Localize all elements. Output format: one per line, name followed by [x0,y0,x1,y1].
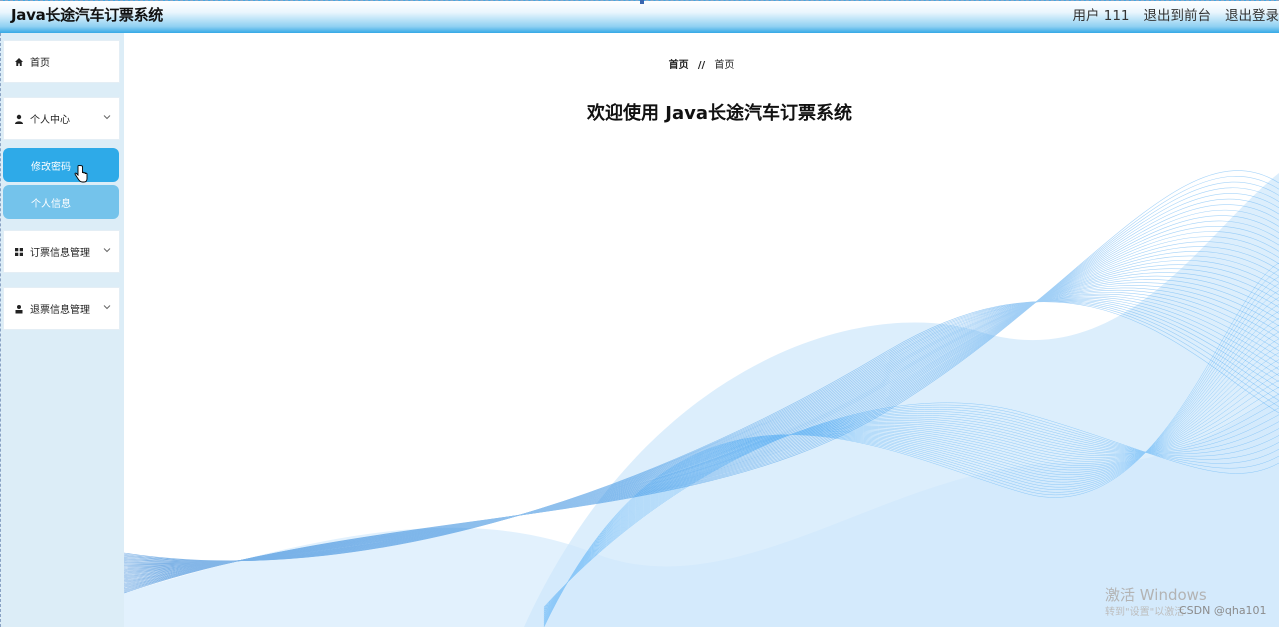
home-icon [13,56,24,67]
sidebar-item-label: 首页 [30,58,50,69]
sidebar-item-refund-management[interactable]: 退票信息管理 [3,287,120,330]
top-bar: Java长途汽车订票系统 用户 111 退出到前台 退出登录 [0,0,1279,33]
sidebar: 首页 个人中心 修改密码 个人信息 订票信息管理 退票信息管理 [0,33,124,627]
app-title: Java长途汽车订票系统 [11,6,164,24]
sidebar-subitem-label: 个人信息 [31,198,71,210]
current-user-label: 用户 111 [1072,8,1130,24]
breadcrumb: 首页 // 首页 [124,56,1279,71]
sidebar-item-personal-center[interactable]: 个人中心 [3,97,120,140]
main-content: 首页 // 首页 欢迎使用 Java长途汽车订票系统 [124,33,1279,627]
welcome-heading: 欢迎使用 Java长途汽车订票系统 [587,103,852,124]
breadcrumb-separator: // [697,60,706,71]
person-icon [13,303,24,314]
top-right-links: 用户 111 退出到前台 退出登录 [1072,4,1279,24]
activate-windows-text: 激活 Windows [1105,586,1207,604]
sidebar-subitem-label: 修改密码 [31,161,71,173]
sidebar-item-label: 退票信息管理 [30,305,90,316]
logout-link[interactable]: 退出登录 [1225,4,1279,24]
breadcrumb-current: 首页 [714,60,735,71]
exit-to-front-link[interactable]: 退出到前台 [1144,4,1212,24]
sidebar-subitem-change-password[interactable]: 修改密码 [3,148,119,182]
sidebar-subitem-personal-info[interactable]: 个人信息 [3,185,119,219]
chevron-down-icon [103,302,111,313]
chevron-down-icon [103,245,111,256]
hand-cursor-icon [74,165,88,187]
breadcrumb-home[interactable]: 首页 [669,60,689,71]
sidebar-item-label: 个人中心 [30,115,70,126]
sidebar-item-home[interactable]: 首页 [3,40,120,83]
chevron-down-icon [103,112,111,123]
grid-icon [13,246,24,257]
user-icon [13,113,24,124]
selection-handle [640,0,644,4]
activate-windows-hint: 转到"设置"以激活 [1105,607,1185,618]
sidebar-item-label: 订票信息管理 [30,248,90,259]
sidebar-item-booking-management[interactable]: 订票信息管理 [3,230,120,273]
csdn-watermark: CSDN @qha101 [1179,604,1267,617]
